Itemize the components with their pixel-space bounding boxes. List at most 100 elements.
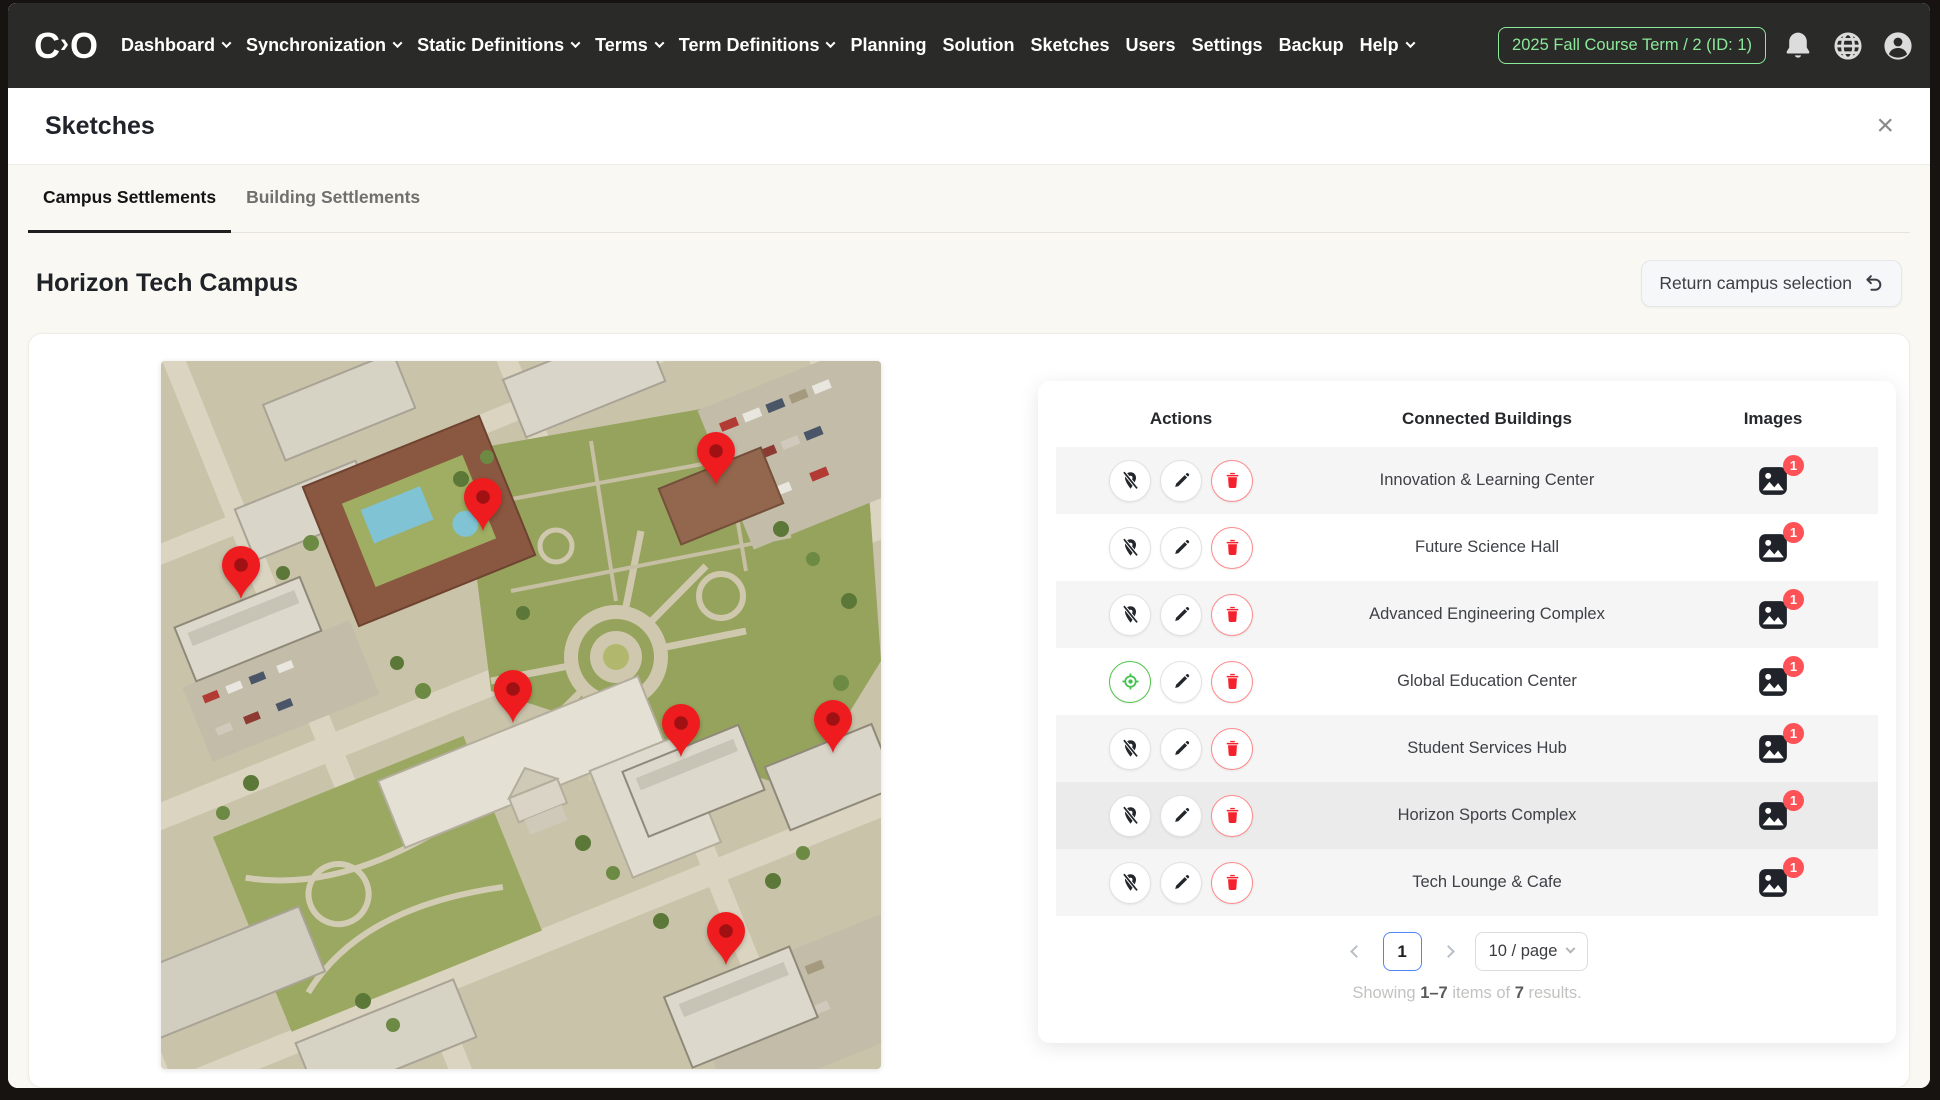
pagination-page-1[interactable]: 1 xyxy=(1383,932,1422,971)
app-logo[interactable]: C › O xyxy=(34,25,97,67)
images-button[interactable]: 1 xyxy=(1756,799,1790,833)
chevron-down-icon xyxy=(571,38,581,48)
return-campus-selection-button[interactable]: Return campus selection xyxy=(1641,260,1902,307)
map-pin[interactable] xyxy=(814,700,852,754)
images-button[interactable]: 1 xyxy=(1756,531,1790,565)
nav-item-sketches[interactable]: Sketches xyxy=(1030,35,1109,56)
map-pin[interactable] xyxy=(464,478,502,532)
table-row: Student Services Hub 1 xyxy=(1056,715,1878,782)
nav-item-label: Term Definitions xyxy=(679,35,820,56)
trash-icon xyxy=(1222,738,1243,759)
nav-item-term-definitions[interactable]: Term Definitions xyxy=(679,35,835,56)
chevron-down-icon xyxy=(393,38,403,48)
edit-building-button[interactable] xyxy=(1160,862,1202,904)
images-button[interactable]: 1 xyxy=(1756,598,1790,632)
globe-icon[interactable] xyxy=(1829,27,1866,64)
campus-map-image[interactable] xyxy=(161,361,881,1069)
pagination-next-button[interactable] xyxy=(1438,941,1459,962)
map-pin[interactable] xyxy=(697,432,735,486)
map-pin[interactable] xyxy=(494,670,532,724)
location-off-icon xyxy=(1120,470,1141,491)
chevron-left-icon xyxy=(1350,945,1363,958)
table-row: Innovation & Learning Center1 xyxy=(1056,447,1878,514)
page-header: Sketches × xyxy=(8,88,1930,165)
row-images: 1 xyxy=(1668,732,1878,766)
delete-building-button[interactable] xyxy=(1211,728,1253,770)
map-pin[interactable] xyxy=(222,546,260,600)
image-count-badge: 1 xyxy=(1783,857,1804,878)
nav-item-solution[interactable]: Solution xyxy=(942,35,1014,56)
nav-menu: Dashboard Synchronization Static Definitio… xyxy=(121,35,1414,56)
column-header-images: Images xyxy=(1668,409,1878,429)
close-icon[interactable]: × xyxy=(1876,111,1894,141)
pencil-icon xyxy=(1171,671,1192,692)
chevron-down-icon xyxy=(654,38,664,48)
nav-item-terms[interactable]: Terms xyxy=(595,35,663,56)
locate-building-button[interactable] xyxy=(1109,862,1151,904)
map-pin-icon xyxy=(662,704,700,758)
row-actions xyxy=(1056,728,1306,770)
column-header-actions: Actions xyxy=(1056,409,1306,429)
nav-item-users[interactable]: Users xyxy=(1126,35,1176,56)
edit-building-button[interactable] xyxy=(1160,460,1202,502)
page-content: Campus SettlementsBuilding Settlements H… xyxy=(8,165,1930,1088)
tabs-bar: Campus SettlementsBuilding Settlements xyxy=(28,165,1910,233)
logo-chevron-icon: › xyxy=(60,28,69,59)
pagination: 1 10 / page xyxy=(1056,932,1878,971)
edit-building-button[interactable] xyxy=(1160,728,1202,770)
undo-icon xyxy=(1863,273,1884,294)
delete-building-button[interactable] xyxy=(1211,795,1253,837)
map-pin-icon xyxy=(697,432,735,486)
row-images: 1 xyxy=(1668,665,1878,699)
nav-item-backup[interactable]: Backup xyxy=(1279,35,1344,56)
locate-building-button[interactable] xyxy=(1109,728,1151,770)
nav-item-planning[interactable]: Planning xyxy=(850,35,926,56)
term-badge[interactable]: 2025 Fall Course Term / 2 (ID: 1) xyxy=(1498,27,1766,64)
locate-building-button[interactable] xyxy=(1109,594,1151,636)
edit-building-button[interactable] xyxy=(1160,527,1202,569)
edit-building-button[interactable] xyxy=(1160,661,1202,703)
table-row: Advanced Engineering Complex1 xyxy=(1056,581,1878,648)
edit-building-button[interactable] xyxy=(1160,594,1202,636)
delete-building-button[interactable] xyxy=(1211,594,1253,636)
page-size-select[interactable]: 10 / page xyxy=(1475,932,1589,971)
locate-building-button[interactable] xyxy=(1109,795,1151,837)
map-pin[interactable] xyxy=(707,912,745,966)
images-button[interactable]: 1 xyxy=(1756,866,1790,900)
nav-item-static-definitions[interactable]: Static Definitions xyxy=(417,35,579,56)
pagination-prev-button[interactable] xyxy=(1346,941,1367,962)
edit-building-button[interactable] xyxy=(1160,795,1202,837)
locate-building-button-active[interactable] xyxy=(1109,661,1151,703)
table-row: Future Science Hall1 xyxy=(1056,514,1878,581)
delete-building-button[interactable] xyxy=(1211,862,1253,904)
building-name: Student Services Hub xyxy=(1306,739,1668,758)
nav-item-help[interactable]: Help xyxy=(1360,35,1414,56)
delete-building-button[interactable] xyxy=(1211,527,1253,569)
location-off-icon xyxy=(1120,537,1141,558)
map-pin[interactable] xyxy=(662,704,700,758)
locate-building-button[interactable] xyxy=(1109,527,1151,569)
image-count-badge: 1 xyxy=(1783,455,1804,476)
images-button[interactable]: 1 xyxy=(1756,665,1790,699)
nav-item-dashboard[interactable]: Dashboard xyxy=(121,35,230,56)
user-icon[interactable] xyxy=(1879,27,1916,64)
logo-letter-c: C xyxy=(34,25,59,67)
bell-icon[interactable] xyxy=(1779,27,1816,64)
tab-building-settlements[interactable]: Building Settlements xyxy=(231,165,435,233)
images-button[interactable]: 1 xyxy=(1756,464,1790,498)
table-row: Tech Lounge & Cafe1 xyxy=(1056,849,1878,916)
nav-item-label: Help xyxy=(1360,35,1399,56)
buildings-table-card: Actions Connected Buildings Images Innov… xyxy=(1038,381,1896,1043)
nav-item-label: Backup xyxy=(1279,35,1344,56)
tab-campus-settlements[interactable]: Campus Settlements xyxy=(28,165,231,233)
delete-building-button[interactable] xyxy=(1211,661,1253,703)
locate-building-button[interactable] xyxy=(1109,460,1151,502)
summary-prefix: Showing xyxy=(1352,984,1415,1002)
map-pins-layer xyxy=(161,361,881,1069)
images-button[interactable]: 1 xyxy=(1756,732,1790,766)
chevron-down-icon xyxy=(1566,944,1576,954)
nav-item-synchronization[interactable]: Synchronization xyxy=(246,35,401,56)
nav-item-settings[interactable]: Settings xyxy=(1192,35,1263,56)
nav-item-label: Solution xyxy=(942,35,1014,56)
delete-building-button[interactable] xyxy=(1211,460,1253,502)
